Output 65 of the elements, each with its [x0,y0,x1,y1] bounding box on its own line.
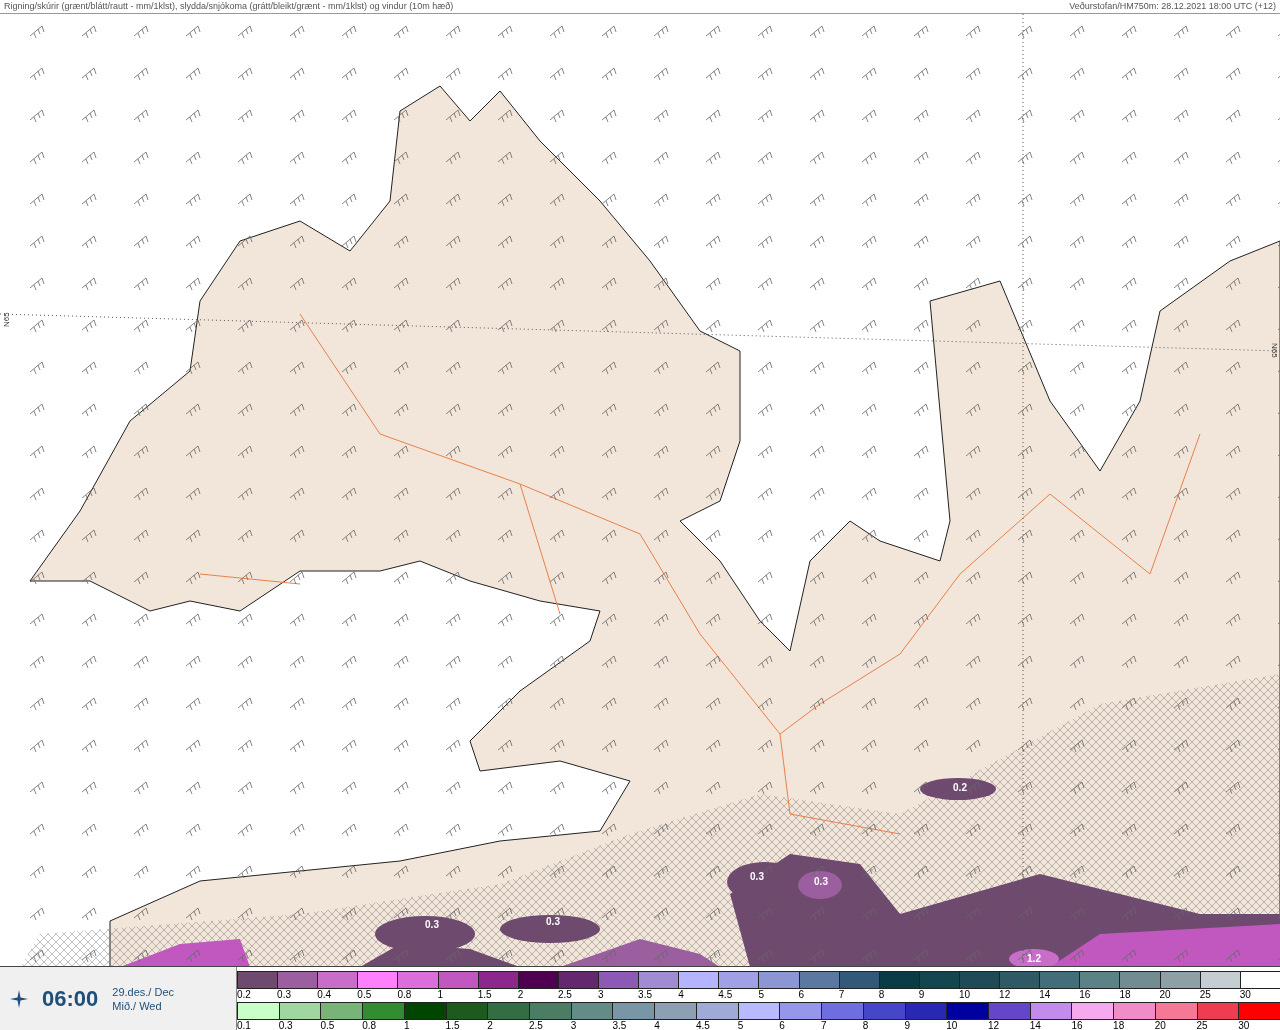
legend-value: 9 [904,1020,912,1030]
legend-value: 18 [1119,989,1132,1001]
legend-value: 8 [878,989,886,1001]
compass-icon [10,989,28,1008]
forecast-date: 29.des./ Dec [112,985,175,998]
legend-value: 8 [862,1020,870,1030]
legend-value: 1 [437,989,445,1001]
forecast-weekday: Mið./ Wed [112,999,163,1012]
legend-value: 0.8 [362,1020,378,1030]
legend-value: 0.5 [320,1020,336,1030]
model-run-info: Veðurstofan/HM750m: 28.12.2021 18:00 UTC (+12) [1069,0,1276,13]
legend-value: 2.5 [529,1020,544,1030]
legend-value: 2 [487,1020,494,1030]
legend-value: 7 [838,989,846,1001]
legend-value: 4.5 [718,989,734,1001]
latitude-label: N65 [2,312,11,327]
map-title: Rigning/skúrir (grænt/blátt/rautt - mm/1klst), slydda/snjókoma (grátt/bleikt/grænt - mm/1klst) og vindur (10m hæð) [4,0,454,13]
contour-label: 1.2 [1027,953,1041,964]
legend-value: 0.5 [357,989,373,1001]
legend-value: 0.3 [277,989,292,1001]
legend-value: 4 [678,989,685,1001]
legend-value: 14 [1039,989,1052,1001]
legend-value: 16 [1079,989,1092,1001]
contour-label: 0.3 [546,916,560,927]
legend-value: 1.5 [477,989,493,1001]
legend-value: 3 [598,989,605,1001]
legend-value: 5 [758,989,765,1001]
forecast-time: 06:00 [42,985,99,1012]
legend-value: 7 [821,1020,828,1030]
legend-value: 10 [958,989,972,1001]
legend-value: 25 [1196,1020,1209,1030]
legend-value: 10 [946,1020,959,1030]
contour-label: 0.3 [750,871,764,882]
legend-value: 0.4 [317,989,333,1001]
legend-value: 4 [654,1020,661,1030]
legend-value: 0.2 [237,989,252,1001]
contour-label: 0.3 [425,919,439,930]
legend-value: 3 [570,1020,578,1030]
legend-value: 1.5 [445,1020,461,1030]
legend-value: 12 [999,989,1012,1001]
legend-value: 2 [517,989,525,1001]
legend-value: 25 [1199,989,1212,1001]
contour-label: 0.2 [953,782,967,793]
legend-value: 9 [918,989,926,1001]
legend-value: 0.8 [397,989,413,1001]
legend-value: 30 [1239,989,1252,1001]
latitude-label: N65 [1270,343,1279,358]
legend-value: 6 [798,989,806,1001]
legend-value: 4.5 [695,1020,711,1030]
legend-value: 6 [779,1020,786,1030]
legend-value: 2.5 [557,989,573,1001]
legend-value: 0.3 [278,1020,294,1030]
legend-value: 20 [1159,989,1172,1001]
legend-value: 3.5 [638,989,653,1001]
legend-value: 1 [403,1020,411,1030]
contour-label: 0.3 [814,876,828,887]
legend-value: 30 [1238,1020,1251,1030]
legend-value: 16 [1071,1020,1084,1030]
legend-value: 12 [987,1020,1001,1030]
legend-value: 18 [1113,1020,1126,1030]
legend-value: 0.1 [237,1020,252,1030]
legend-value: 20 [1154,1020,1167,1030]
legend-value: 5 [737,1020,745,1030]
legend-value: 3.5 [612,1020,628,1030]
legend-value: 14 [1029,1020,1042,1030]
